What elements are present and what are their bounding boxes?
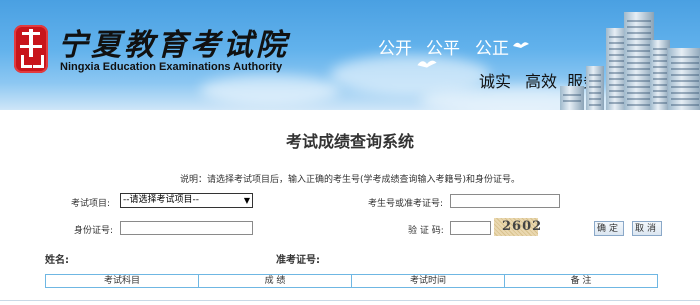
site-subtitle: Ningxia Education Examinations Authority	[60, 61, 283, 73]
chevron-down-icon: ▼	[243, 196, 250, 205]
captcha-text: 2602	[502, 219, 543, 234]
id-card-input[interactable]	[120, 221, 253, 235]
page-title: 考试成绩查询系统	[285, 132, 414, 151]
results-table-header: 考试科目 成 绩 考试时间 备 注	[45, 274, 658, 288]
ticket-no-label: 准考证号:	[276, 255, 320, 266]
slogan-public: 公开	[378, 39, 412, 59]
header-banner: 宁夏教育考试院 Ningxia Education Examinations A…	[0, 0, 700, 110]
slogan-efficient: 高效	[525, 72, 558, 91]
slogan-just: 公正	[475, 39, 509, 59]
column-header-exam-time: 考试时间	[352, 275, 505, 287]
column-header-remarks: 备 注	[570, 276, 592, 286]
confirm-button[interactable]: 确定	[594, 221, 624, 236]
name-label: 姓名:	[45, 255, 69, 266]
candidate-no-label: 考生号或准考证号:	[368, 199, 444, 209]
slogan-fair: 公平	[426, 39, 460, 59]
column-header-subject: 考试科目	[46, 275, 199, 287]
site-title: 宁夏教育考试院	[58, 28, 289, 63]
dove-icon	[417, 60, 437, 68]
dove-icon	[513, 42, 529, 48]
captcha-image[interactable]: 2602	[494, 218, 541, 236]
column-header-score: 成 绩	[199, 275, 352, 287]
candidate-no-input[interactable]	[450, 194, 560, 208]
exam-item-label: 考试项目:	[71, 199, 111, 209]
instruction-text: 说明：请选择考试项目后，输入正确的考生号(学考成绩查询输入考籍号)和身份证号。	[179, 175, 521, 185]
slogan-honest: 诚实	[479, 72, 512, 91]
divider	[0, 300, 700, 301]
captcha-label: 验 证 码:	[408, 226, 444, 236]
logo-seal-icon	[14, 25, 48, 73]
id-card-label: 身份证号:	[74, 226, 114, 236]
exam-item-selected-value: --请选择考试项目--	[123, 195, 199, 205]
cancel-button[interactable]: 取消	[632, 221, 662, 236]
captcha-input[interactable]	[450, 221, 491, 235]
exam-item-select[interactable]: --请选择考试项目-- ▼	[120, 193, 253, 208]
